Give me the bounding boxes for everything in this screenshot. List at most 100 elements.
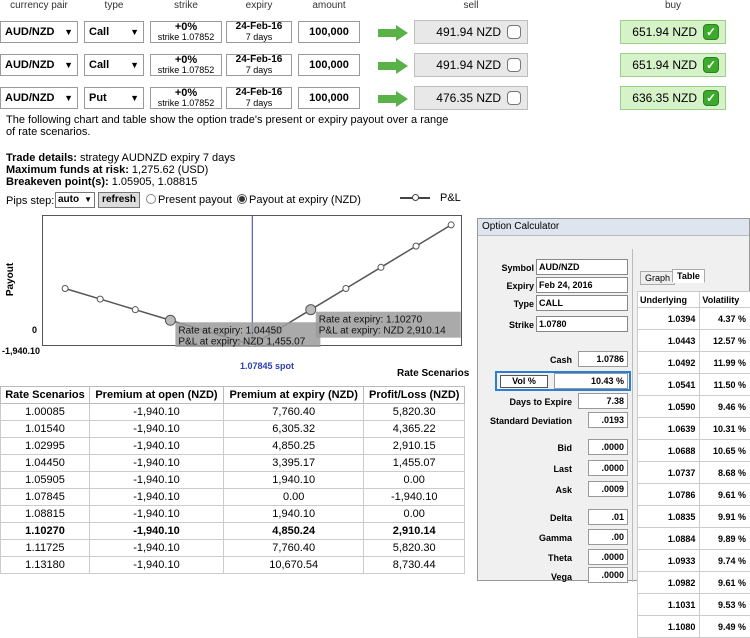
cash-field[interactable]: 1.0786	[578, 351, 628, 367]
currency-pair-select[interactable]: AUD/NZD▼	[0, 87, 78, 109]
table-cell: 1.10270	[1, 523, 90, 540]
type-select[interactable]: Put▼	[84, 87, 144, 109]
vol-row: 1.09829.61 %	[638, 572, 750, 594]
table-row: 1.07845-1,940.100.00-1,940.10	[1, 489, 465, 506]
sell-price-button[interactable]: 476.35 NZD	[414, 86, 528, 110]
vol-value-cell: 4.37 %	[700, 308, 750, 330]
buy-price-button[interactable]: 651.94 NZD✓	[620, 20, 726, 44]
data-point[interactable]	[165, 315, 175, 325]
strike-field[interactable]: 1.0780	[536, 316, 628, 332]
expiry-field[interactable]: 24-Feb-167 days	[226, 21, 292, 43]
expiry-payout-radio[interactable]	[237, 194, 247, 204]
vol-underlying-cell: 1.0884	[638, 528, 700, 550]
expiry-field[interactable]: 24-Feb-167 days	[226, 54, 292, 76]
table-cell: 1.05905	[1, 472, 90, 489]
vol-value-cell: 9.46 %	[700, 396, 750, 418]
table-cell: -1,940.10	[89, 421, 223, 438]
strike-field[interactable]: +0%strike 1.07852	[150, 87, 222, 109]
table-cell: 6,305.32	[223, 421, 363, 438]
ask-field[interactable]: .0009	[588, 481, 628, 497]
tooltip-text: P&L at expiry: NZD 1,455.07	[178, 336, 305, 347]
intro-text: The following chart and table show the o…	[6, 114, 448, 138]
table-cell: -1,940.10	[89, 455, 223, 472]
theta-field[interactable]: .0000	[588, 549, 628, 565]
dte-field[interactable]: 7.38	[578, 393, 628, 409]
check-icon: ✓	[703, 90, 719, 106]
currency-pair-select[interactable]: AUD/NZD▼	[0, 21, 78, 43]
type-select[interactable]: Call▼	[84, 54, 144, 76]
data-point[interactable]	[62, 285, 68, 291]
data-point[interactable]	[132, 307, 138, 313]
vol-value-cell: 9.53 %	[700, 594, 750, 616]
checkbox-icon	[507, 58, 521, 72]
amount-field[interactable]: 100,000	[298, 87, 360, 109]
payout-chart-svg: Rate at expiry: 1.04450P&L at expiry: NZ…	[43, 216, 463, 347]
table-cell: -1,940.10	[89, 540, 223, 557]
gamma-field[interactable]: .00	[588, 529, 628, 545]
type-field[interactable]: CALL	[536, 295, 628, 311]
table-cell: 1.11725	[1, 540, 90, 557]
data-point[interactable]	[306, 305, 316, 315]
vol-row: 1.08849.89 %	[638, 528, 750, 550]
y-tick-zero: 0	[32, 325, 37, 335]
table-cell: -1,940.10	[89, 489, 223, 506]
vol-row: 1.08359.91 %	[638, 506, 750, 528]
symbol-label: Symbol	[498, 263, 534, 273]
table-cell: 1,455.07	[364, 455, 465, 472]
vol-row: 1.068810.65 %	[638, 440, 750, 462]
sell-price-button[interactable]: 491.94 NZD	[414, 53, 528, 77]
volatility-table: Underlying Volatility 1.03944.37 %1.0443…	[637, 291, 750, 638]
table-cell: 3,395.17	[223, 455, 363, 472]
vol-header-volatility: Volatility	[700, 292, 750, 308]
table-row: 1.01540-1,940.106,305.324,365.22	[1, 421, 465, 438]
delta-field[interactable]: .01	[588, 509, 628, 525]
trade-row: AUD/NZD▼ Call▼ +0%strike 1.0785224-Feb-167…	[0, 50, 750, 78]
data-point[interactable]	[448, 222, 454, 228]
vol-value-cell: 9.91 %	[700, 506, 750, 528]
data-point[interactable]	[378, 264, 384, 270]
table-cell: -1,940.10	[89, 523, 223, 540]
vol-row: 1.10319.53 %	[638, 594, 750, 616]
option-calculator: Option Calculator Symbol AUD/NZD Expiry …	[477, 218, 750, 581]
last-field[interactable]: .0000	[588, 460, 628, 476]
sell-price-button[interactable]: 491.94 NZD	[414, 20, 528, 44]
vol-field[interactable]: 10.43 %	[554, 373, 628, 389]
refresh-button[interactable]: refresh	[98, 192, 140, 208]
check-icon: ✓	[703, 57, 719, 73]
expiry-field[interactable]: 24-Feb-167 days	[226, 87, 292, 109]
pips-step-label: Pips step:	[6, 195, 54, 207]
tab-graph[interactable]: Graph	[640, 271, 675, 285]
amount-field[interactable]: 100,000	[298, 54, 360, 76]
trade-details-line: Trade details: strategy AUDNZD expiry 7 …	[6, 152, 235, 164]
vol-value-cell: 9.89 %	[700, 528, 750, 550]
strike-field[interactable]: +0%strike 1.07852	[150, 21, 222, 43]
table-row: 1.04450-1,940.103,395.171,455.07	[1, 455, 465, 472]
data-point[interactable]	[343, 285, 349, 291]
legend-marker-icon	[412, 194, 419, 201]
vol-underlying-cell: 1.0541	[638, 374, 700, 396]
currency-pair-select[interactable]: AUD/NZD▼	[0, 54, 78, 76]
present-payout-radio[interactable]	[146, 194, 156, 204]
vol-row: 1.09339.74 %	[638, 550, 750, 572]
symbol-field[interactable]: AUD/NZD	[536, 259, 628, 275]
data-point[interactable]	[97, 296, 103, 302]
chevron-down-icon: ▼	[130, 22, 139, 42]
sd-field[interactable]: .0193	[588, 412, 628, 428]
strike-field[interactable]: +0%strike 1.07852	[150, 54, 222, 76]
amount-field[interactable]: 100,000	[298, 21, 360, 43]
tab-table[interactable]: Table	[672, 269, 705, 283]
type-select[interactable]: Call▼	[84, 21, 144, 43]
table-row: 1.02995-1,940.104,850.252,910.15	[1, 438, 465, 455]
expiry-field[interactable]: Feb 24, 2016	[536, 277, 628, 293]
type-label: Type	[498, 299, 534, 309]
chevron-down-icon: ▼	[64, 55, 73, 75]
vol-underlying-cell: 1.0933	[638, 550, 700, 572]
data-point[interactable]	[413, 243, 419, 249]
vol-row: 1.054111.50 %	[638, 374, 750, 396]
table-cell: -1,940.10	[89, 557, 223, 574]
buy-price-button[interactable]: 651.94 NZD✓	[620, 53, 726, 77]
table-cell: 1.13180	[1, 557, 90, 574]
bid-field[interactable]: .0000	[588, 439, 628, 455]
buy-price-button[interactable]: 636.35 NZD✓	[620, 86, 726, 110]
pips-step-select[interactable]: auto▼	[55, 192, 95, 208]
